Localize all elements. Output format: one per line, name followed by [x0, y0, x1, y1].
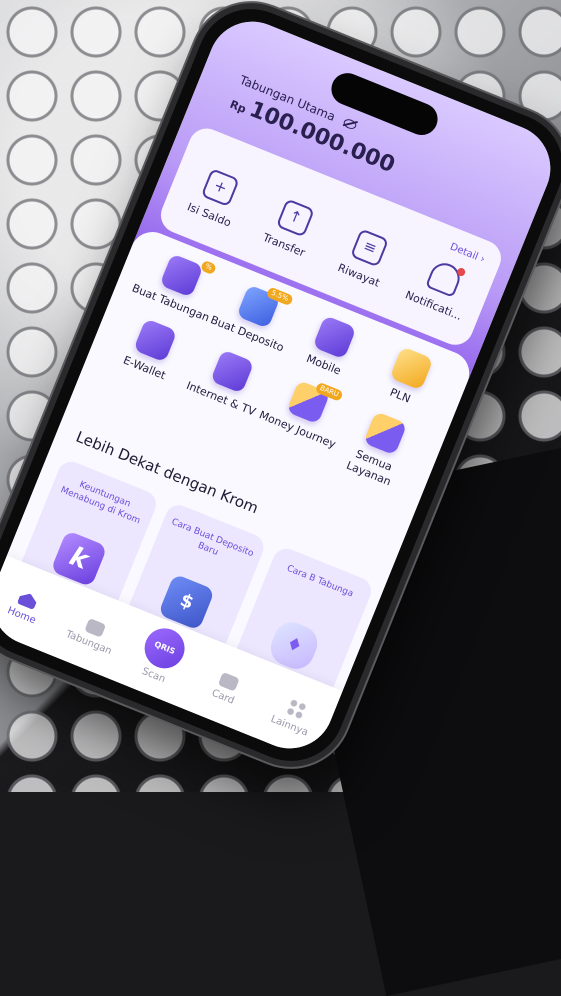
piggy-jar-icon: %: [159, 253, 218, 298]
electricity-icon: [389, 346, 434, 391]
wallet-icon: [133, 318, 178, 363]
currency-label: Rp: [227, 97, 248, 116]
tab-scan[interactable]: QRIS Scan: [124, 621, 195, 691]
service-badge: %: [199, 259, 218, 276]
tab-home[interactable]: Home: [0, 582, 58, 631]
quick-action-transfer[interactable]: ↑ Transfer: [248, 190, 334, 264]
tab-lainnya[interactable]: Lainnya: [260, 689, 328, 742]
eye-hidden-icon[interactable]: [341, 117, 358, 131]
router-icon: [209, 349, 255, 394]
plus-box-icon: +: [200, 168, 240, 208]
tab-tabungan[interactable]: Tabungan: [59, 609, 125, 658]
promo-card-title: Cara B Tabunga: [285, 563, 355, 600]
quick-action-riwayat[interactable]: ≡ Riwayat: [323, 221, 409, 295]
detail-link[interactable]: Detail ›: [448, 241, 486, 265]
deposit-icon: 5.5%: [236, 284, 294, 329]
tab-card[interactable]: Card: [193, 664, 259, 713]
service-label: PLN: [387, 385, 413, 406]
service-badge: BARU: [314, 381, 345, 402]
card-icon: [218, 671, 241, 692]
service-pln[interactable]: PLN: [359, 337, 456, 418]
service-label: Semua Layanan: [344, 447, 395, 488]
receipt-icon: ≡: [350, 228, 390, 268]
quick-action-notification[interactable]: Notificati...: [398, 251, 484, 325]
quick-action-label: Notificati...: [403, 288, 464, 323]
home-icon: [17, 590, 39, 610]
tab-label: Lainnya: [269, 713, 310, 739]
dots-grid-icon: [284, 696, 309, 721]
mobile-phone-icon: [312, 315, 357, 360]
quick-action-isi-saldo[interactable]: + Isi Saldo: [173, 160, 259, 234]
service-badge: 5.5%: [265, 286, 294, 307]
grid-shapes-icon: [362, 410, 408, 456]
wallet-icon: [84, 617, 106, 638]
chart-pie-icon: BARU: [286, 379, 345, 425]
bell-icon: [425, 258, 465, 298]
share-upload-icon: ↑: [275, 198, 315, 238]
